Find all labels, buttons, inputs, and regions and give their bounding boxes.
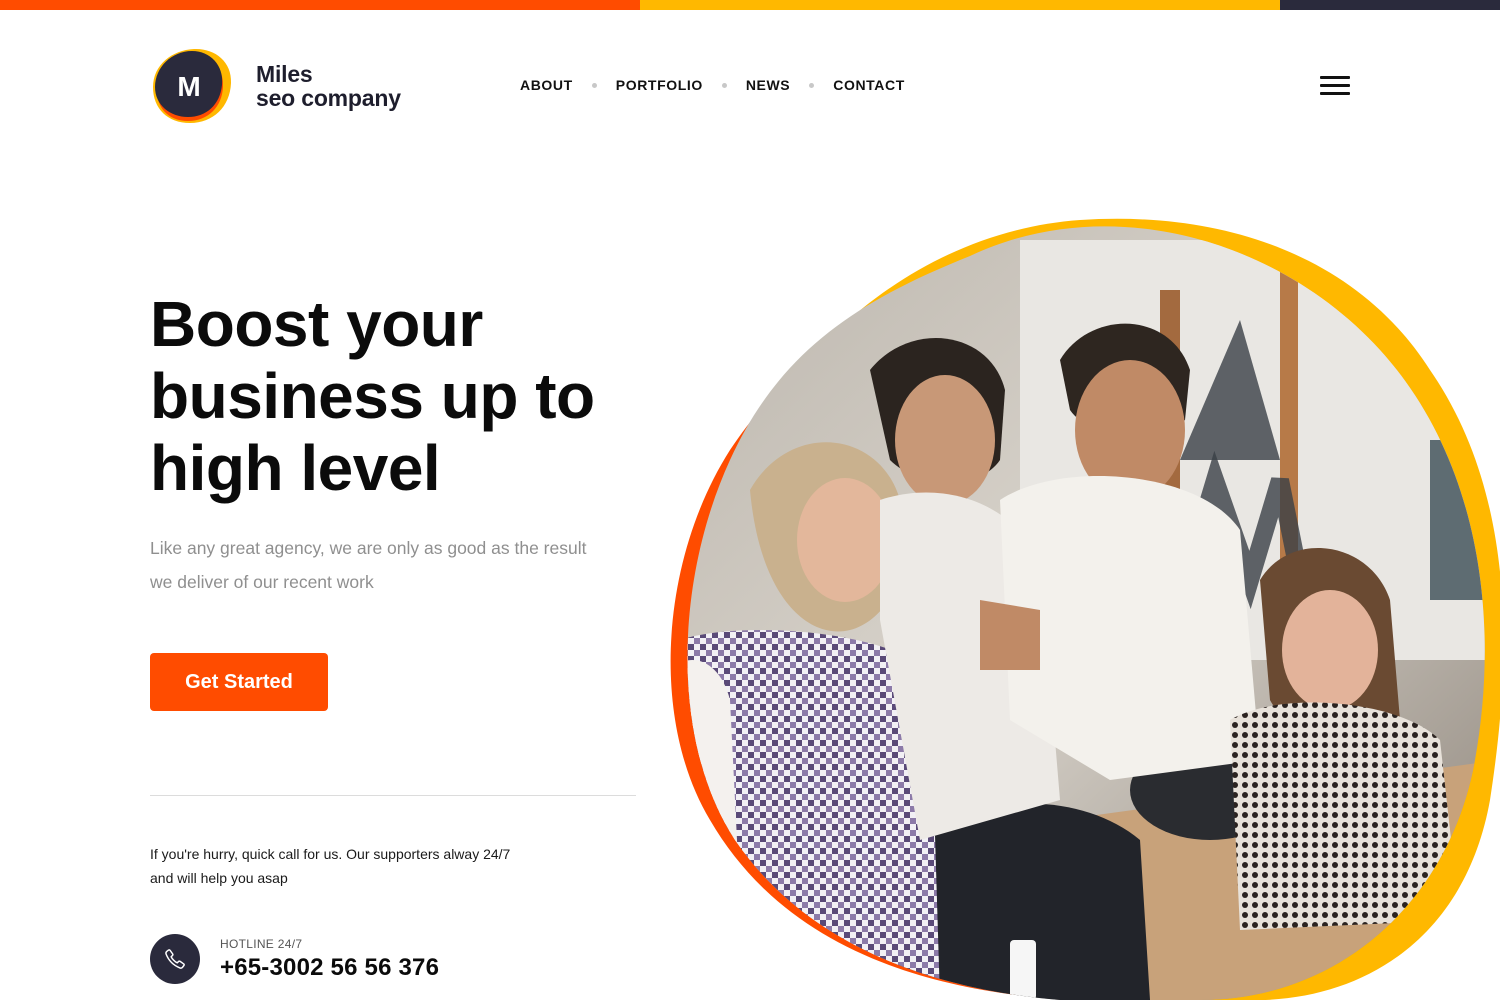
phone-icon[interactable]	[150, 934, 200, 984]
logo-mark-icon: M	[150, 47, 232, 125]
logo-line-2: seo company	[256, 84, 401, 111]
nav-about[interactable]: ABOUT	[520, 77, 573, 93]
hero-subtitle-line: we deliver of our recent work	[150, 572, 374, 592]
hero-title: Boost your business up to high level	[150, 288, 670, 504]
hero-subtitle-line: Like any great agency, we are only as go…	[150, 538, 587, 558]
section-divider	[150, 795, 636, 796]
strip-navy	[1280, 0, 1500, 10]
hotline-number[interactable]: +65-3002 56 56 376	[220, 954, 439, 982]
site-logo[interactable]: M Miles seo company	[150, 47, 401, 125]
hero-image-blob	[640, 200, 1500, 1000]
hamburger-icon[interactable]	[1320, 76, 1350, 96]
hero-title-line: Boost your	[150, 288, 483, 360]
hero-subtitle: Like any great agency, we are only as go…	[150, 531, 630, 599]
strip-orange	[0, 0, 640, 10]
hotline-note-line: and will help you asap	[150, 870, 288, 886]
hero-title-line: high level	[150, 432, 441, 504]
hotline-note-line: If you're hurry, quick call for us. Our …	[150, 846, 511, 862]
team-meeting-photo	[670, 218, 1500, 1000]
logo-letter: M	[177, 71, 200, 102]
main-nav: ABOUT PORTFOLIO NEWS CONTACT	[520, 77, 905, 93]
top-color-strip	[0, 0, 1500, 10]
hotline-label: HOTLINE 24/7	[220, 936, 303, 951]
nav-news[interactable]: NEWS	[746, 77, 790, 93]
nav-portfolio[interactable]: PORTFOLIO	[616, 77, 703, 93]
nav-separator-dot	[809, 82, 815, 88]
nav-contact[interactable]: CONTACT	[833, 77, 905, 93]
logo-line-1: Miles	[256, 60, 313, 87]
hero-title-line: business up to	[150, 360, 595, 432]
nav-separator-dot	[721, 82, 727, 88]
strip-yellow	[640, 0, 1280, 10]
hotline-note: If you're hurry, quick call for us. Our …	[150, 842, 550, 890]
get-started-button[interactable]: Get Started	[150, 653, 328, 711]
nav-separator-dot	[591, 82, 597, 88]
hotline-block: HOTLINE 24/7 +65-3002 56 56 376	[150, 934, 439, 984]
